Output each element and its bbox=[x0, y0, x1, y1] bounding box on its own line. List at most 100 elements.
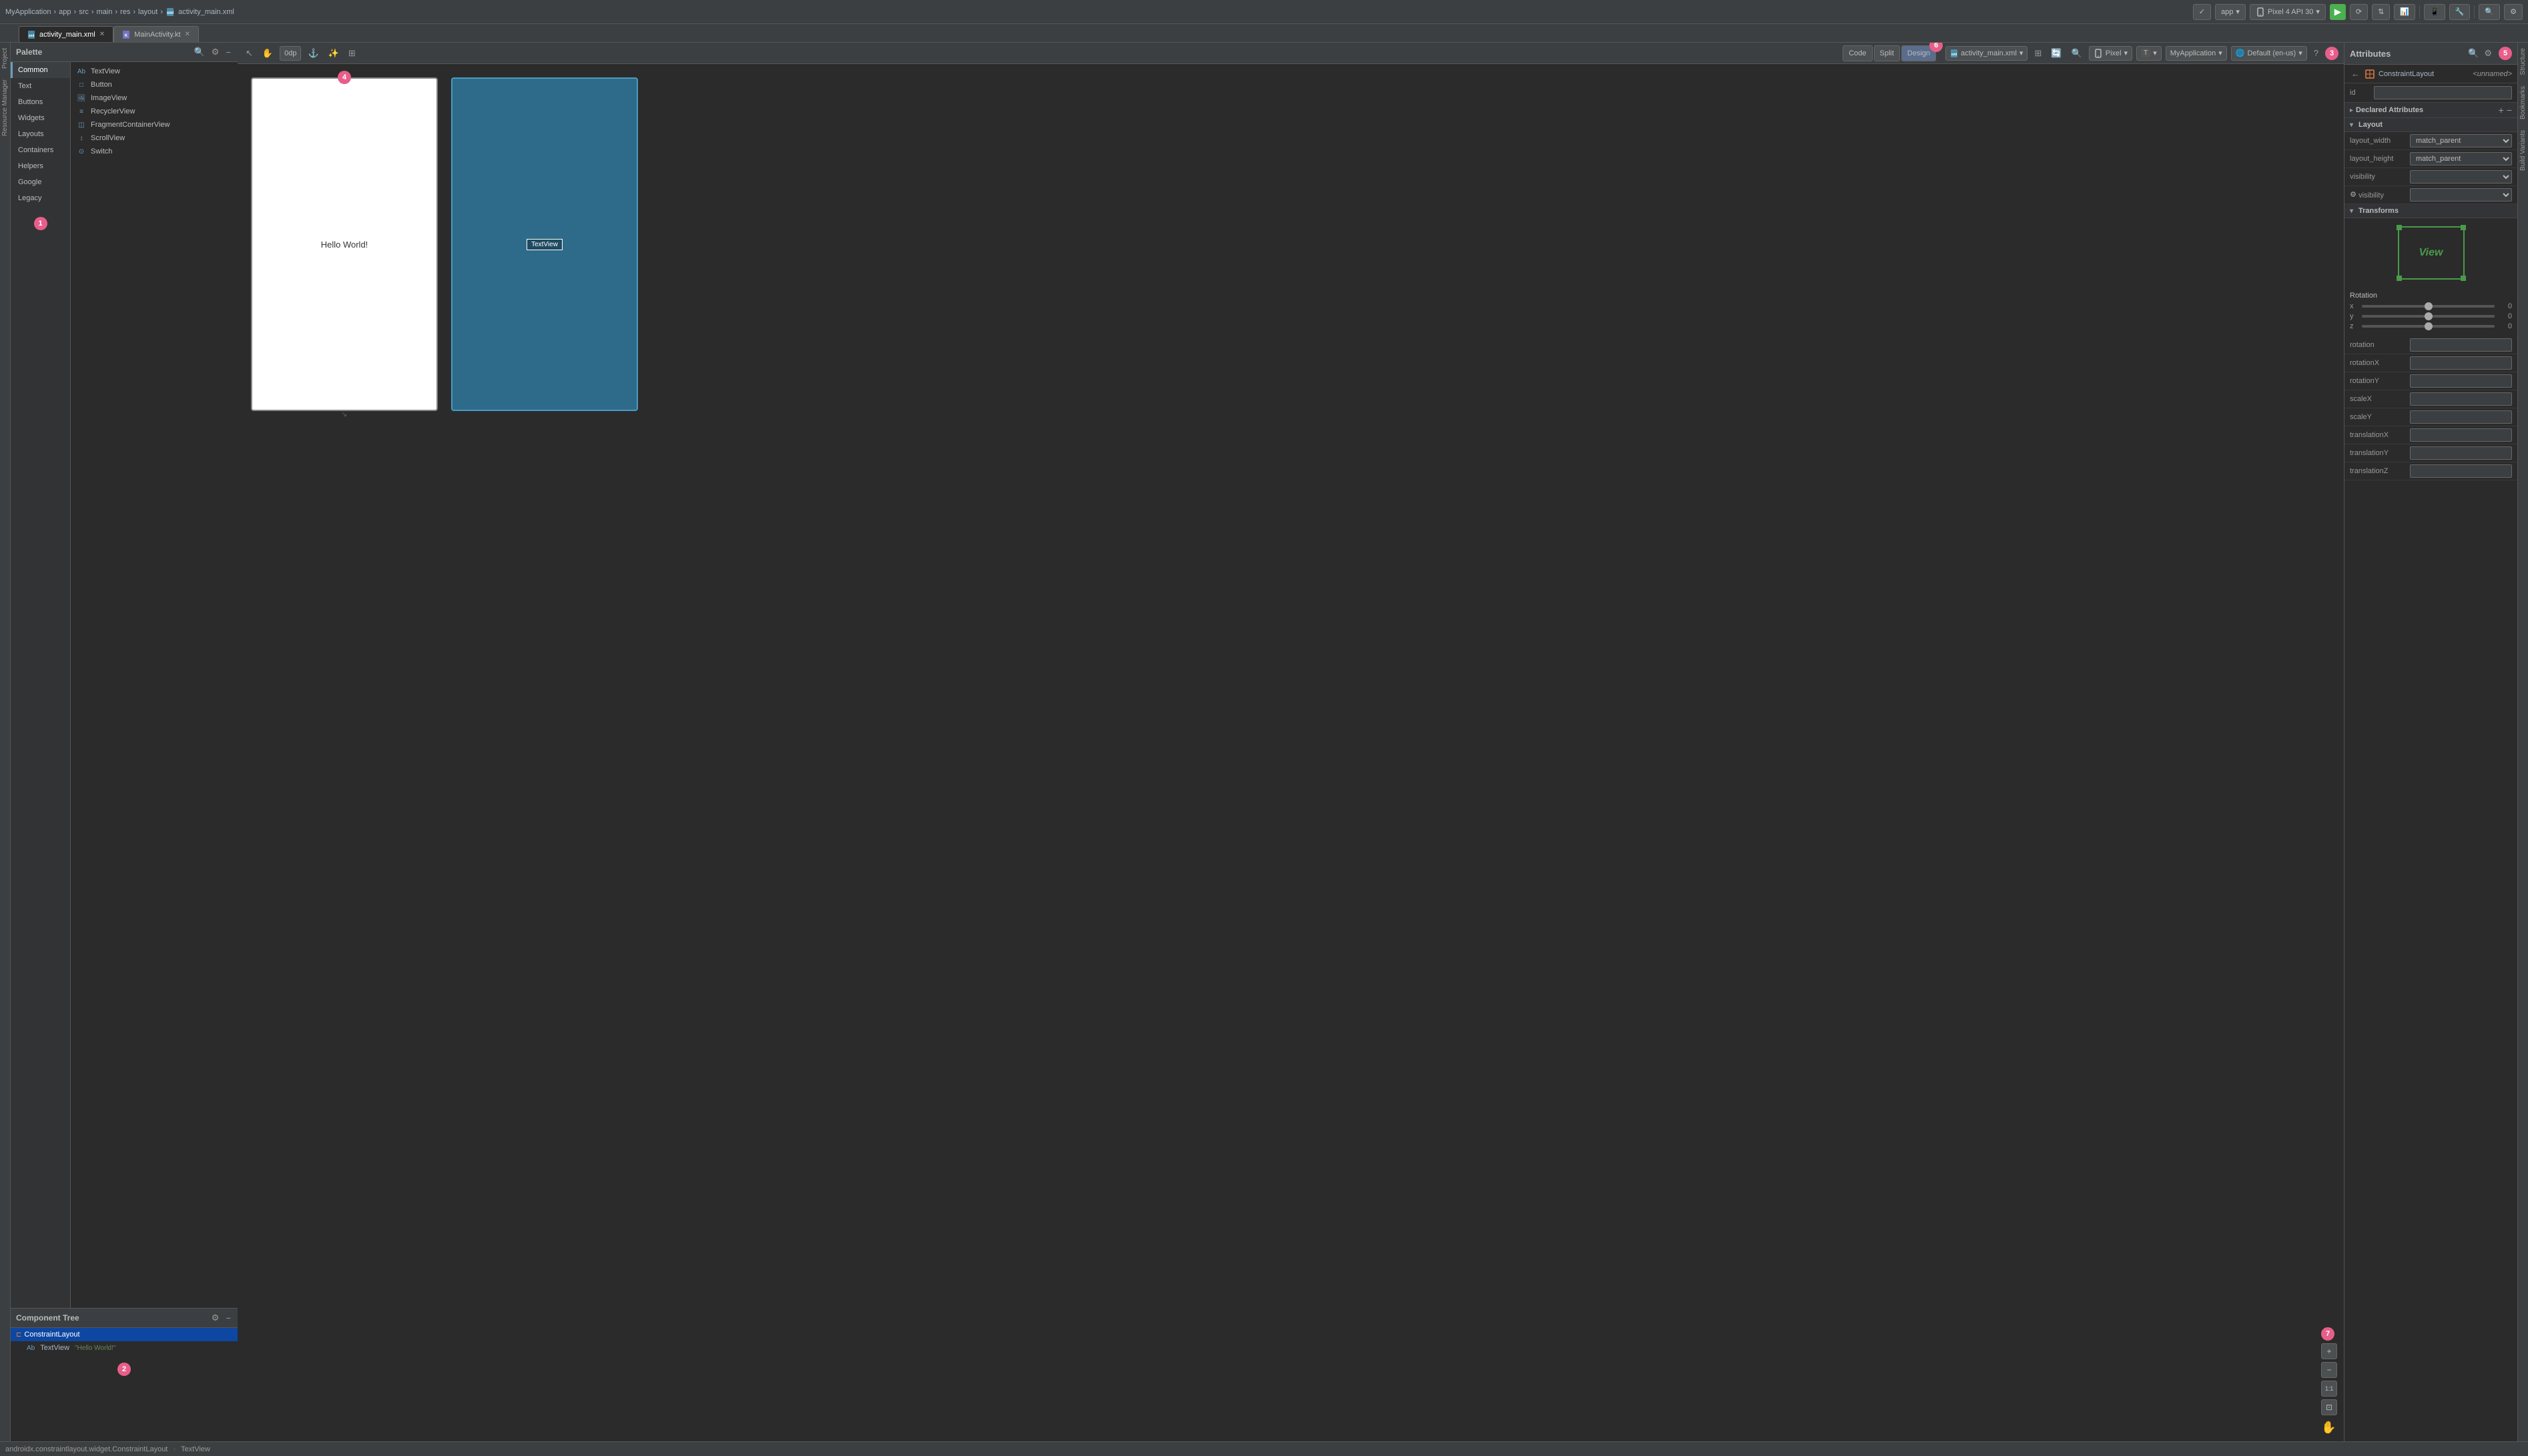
rotation-x-slider[interactable] bbox=[2362, 305, 2495, 308]
orientation-button[interactable]: ⊞ bbox=[2031, 47, 2044, 60]
declared-attr-remove-button[interactable]: − bbox=[2507, 105, 2512, 115]
build-button[interactable]: ⟳ bbox=[2350, 4, 2368, 20]
rotation-z-slider[interactable] bbox=[2362, 325, 2495, 328]
vcs-button[interactable]: ✓ bbox=[2193, 4, 2211, 20]
attr-settings-button[interactable]: ⚙ bbox=[2483, 47, 2493, 60]
attr-id-input[interactable] bbox=[2374, 86, 2512, 99]
category-google[interactable]: Google bbox=[11, 174, 70, 190]
tree-settings-button[interactable]: ⚙ bbox=[210, 1313, 221, 1323]
zoom-button[interactable]: 🔍 bbox=[2069, 47, 2085, 60]
breadcrumb-layout[interactable]: layout bbox=[138, 8, 157, 16]
breadcrumb-src2[interactable]: src bbox=[79, 8, 89, 16]
category-text[interactable]: Text bbox=[11, 78, 70, 94]
sync-button[interactable]: ⇅ bbox=[2372, 4, 2390, 20]
tab-activity-main[interactable]: xml activity_main.xml ✕ bbox=[19, 26, 113, 42]
tree-item-constraint-layout[interactable]: ⊏ ConstraintLayout bbox=[11, 1328, 238, 1341]
attr-layout-width-select[interactable]: match_parent bbox=[2410, 134, 2512, 147]
palette-item-switch[interactable]: ⊙ Switch bbox=[71, 145, 238, 158]
attr-rotation-input[interactable] bbox=[2410, 338, 2512, 352]
magic-wand-button[interactable]: ✨ bbox=[326, 47, 342, 60]
category-helpers[interactable]: Helpers bbox=[11, 158, 70, 174]
breadcrumb-src[interactable]: app bbox=[59, 8, 71, 16]
theme-selector-toolbar[interactable]: T ▾ bbox=[2136, 46, 2162, 61]
run-button[interactable]: ▶ bbox=[2330, 4, 2346, 20]
rotation-y-slider[interactable] bbox=[2362, 315, 2495, 318]
palette-minimize-button[interactable]: − bbox=[224, 47, 232, 57]
file-selector-dropdown[interactable]: xml activity_main.xml ▾ bbox=[1945, 46, 2027, 61]
palette-item-textview[interactable]: Ab TextView bbox=[71, 65, 238, 78]
zoom-in-button[interactable]: + bbox=[2321, 1343, 2337, 1359]
attr-rotationX-input[interactable] bbox=[2410, 356, 2512, 370]
bookmarks-tab[interactable]: Bookmarks bbox=[2518, 81, 2528, 125]
design-frame[interactable]: Hello World! bbox=[251, 77, 438, 411]
attr-rotationY-input[interactable] bbox=[2410, 374, 2512, 388]
breadcrumb-main[interactable]: main bbox=[97, 8, 113, 16]
attr-translationZ-input[interactable] bbox=[2410, 464, 2512, 478]
attr-translationY-input[interactable] bbox=[2410, 446, 2512, 460]
app-selector-button[interactable]: app ▾ bbox=[2215, 4, 2246, 20]
attr-visibility-select[interactable] bbox=[2410, 170, 2512, 184]
tree-item-textview[interactable]: Ab TextView "Hello World!" bbox=[11, 1341, 238, 1355]
layout-section-header[interactable]: ▾ Layout bbox=[2344, 118, 2517, 132]
structure-tab[interactable]: Structure bbox=[2518, 43, 2528, 81]
category-common[interactable]: Common bbox=[11, 62, 70, 78]
attr-scaleY-input[interactable] bbox=[2410, 410, 2512, 424]
constraint-button[interactable]: ⚓ bbox=[305, 47, 321, 60]
app-selector-toolbar[interactable]: MyApplication ▾ bbox=[2166, 46, 2227, 61]
help-button[interactable]: ? bbox=[2311, 47, 2321, 59]
breadcrumb-res[interactable]: res bbox=[120, 8, 130, 16]
select-tool-button[interactable]: ↖ bbox=[243, 47, 256, 60]
category-widgets[interactable]: Widgets bbox=[11, 110, 70, 126]
pan-tool-button[interactable]: ✋ bbox=[260, 47, 276, 60]
palette-item-recyclerview[interactable]: ≡ RecyclerView bbox=[71, 105, 238, 118]
category-buttons[interactable]: Buttons bbox=[11, 94, 70, 110]
breadcrumb-app[interactable]: MyApplication bbox=[5, 8, 51, 16]
device-selector-button[interactable]: Pixel 4 API 30 ▾ bbox=[2250, 4, 2326, 20]
palette-item-fragmentcontainerview[interactable]: ◫ FragmentContainerView bbox=[71, 118, 238, 131]
locale-selector-toolbar[interactable]: 🌐 Default (en-us) ▾ bbox=[2231, 46, 2307, 61]
split-view-button[interactable]: Split bbox=[1874, 45, 1900, 61]
canvas-viewport[interactable]: 4 Hello World! ↘ TextView 7 + − 1:1 ⊡ bbox=[238, 64, 2344, 1441]
declared-attr-add-button[interactable]: + bbox=[2499, 105, 2504, 115]
tab-close-activity-main[interactable]: ✕ bbox=[99, 31, 105, 38]
attr-visibility2-label: visibility bbox=[2350, 191, 2410, 200]
code-view-button[interactable]: Code bbox=[1843, 45, 1872, 61]
attr-layout-height-select[interactable]: match_parent bbox=[2410, 152, 2512, 165]
build-variants-tab[interactable]: Build Variants bbox=[2518, 125, 2528, 176]
dp-value-dropdown[interactable]: 0dp bbox=[280, 46, 301, 61]
attr-class-nav-button[interactable]: ← bbox=[2350, 69, 2361, 79]
palette-settings-button[interactable]: ⚙ bbox=[210, 47, 221, 57]
palette-item-button[interactable]: □ Button bbox=[71, 78, 238, 91]
tab-close-main-activity[interactable]: ✕ bbox=[185, 31, 190, 38]
palette-search-button[interactable]: 🔍 bbox=[193, 47, 206, 57]
guidelines-button[interactable]: ⊞ bbox=[346, 47, 358, 60]
resize-handle[interactable]: ↘ bbox=[251, 411, 438, 418]
category-legacy[interactable]: Legacy bbox=[11, 190, 70, 206]
transforms-section-header[interactable]: ▾ Transforms bbox=[2344, 204, 2517, 218]
category-layouts[interactable]: Layouts bbox=[11, 126, 70, 142]
fit-screen-button[interactable]: 1:1 bbox=[2321, 1381, 2337, 1397]
zoom-out-button[interactable]: − bbox=[2321, 1362, 2337, 1378]
tab-main-activity[interactable]: K MainActivity.kt ✕ bbox=[113, 26, 199, 42]
project-tab[interactable]: Project bbox=[0, 43, 10, 74]
declared-attributes-section[interactable]: ▸ Declared Attributes + − bbox=[2344, 103, 2517, 118]
category-containers[interactable]: Containers bbox=[11, 142, 70, 158]
breadcrumb-file[interactable]: xml activity_main.xml bbox=[166, 7, 234, 17]
palette-item-imageview[interactable]: 🖼 ImageView bbox=[71, 91, 238, 105]
attr-visibility2-select[interactable] bbox=[2410, 188, 2512, 202]
settings-button[interactable]: ⚙ bbox=[2504, 4, 2523, 20]
profiler-button[interactable]: 📊 bbox=[2394, 4, 2415, 20]
resource-manager-tab[interactable]: Resource Manager bbox=[0, 74, 10, 141]
attr-translationX-input[interactable] bbox=[2410, 428, 2512, 442]
theme-switch-button[interactable]: 🔄 bbox=[2048, 47, 2064, 60]
search-everywhere-button[interactable]: 🔍 bbox=[2479, 4, 2500, 20]
tree-minimize-button[interactable]: − bbox=[224, 1313, 232, 1323]
avd-button[interactable]: 📱 bbox=[2424, 4, 2445, 20]
attr-search-button[interactable]: 🔍 bbox=[2467, 47, 2480, 60]
attr-scaleX-input[interactable] bbox=[2410, 392, 2512, 406]
sdk-button[interactable]: 🔧 bbox=[2449, 4, 2471, 20]
device-selector-toolbar[interactable]: Pixel ▾ bbox=[2089, 46, 2132, 61]
blueprint-frame[interactable]: TextView bbox=[451, 77, 638, 411]
palette-item-scrollview[interactable]: ↕ ScrollView bbox=[71, 131, 238, 145]
zoom-fit-button[interactable]: ⊡ bbox=[2321, 1399, 2337, 1415]
